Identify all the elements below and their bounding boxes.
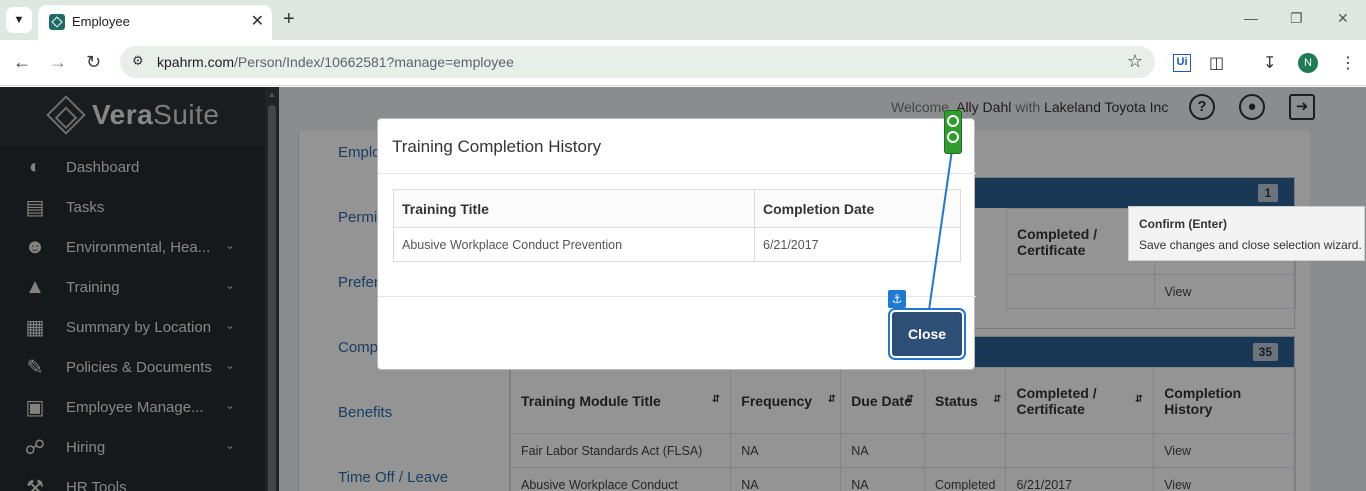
tooltip-body: Save changes and close selection wizard. [1139, 238, 1362, 252]
forward-icon[interactable]: → [49, 52, 67, 73]
extensions-puzzle-icon[interactable]: ◫ [1209, 53, 1224, 73]
table-row: Abusive Workplace Conduct Prevention 6/2… [393, 227, 961, 262]
url-text: kpahrm.com/Person/Index/10662581?manage=… [157, 54, 514, 70]
training-history-modal: Training Completion History Training Tit… [377, 118, 976, 370]
browser-tab-employee[interactable]: Employee ✕ [38, 5, 272, 40]
confirm-tooltip: Confirm (Enter) Save changes and close s… [1128, 206, 1365, 261]
anchor-icon[interactable]: ⚓ [888, 290, 906, 308]
uipath-extension-icon[interactable]: Ui [1173, 54, 1191, 72]
tab-search-button[interactable]: ▼ [6, 7, 32, 33]
tab-title: Employee [72, 14, 130, 29]
browser-tabstrip: ▼ Employee ✕ + — ❐ ✕ [0, 0, 1366, 40]
bookmark-star-icon[interactable]: ☆ [1127, 51, 1143, 72]
verasuite-favicon-icon [49, 14, 65, 30]
modal-title: Training Completion History [392, 137, 602, 156]
minimize-icon[interactable]: — [1244, 10, 1258, 26]
divider [378, 173, 976, 174]
tooltip-title: Confirm (Enter) [1139, 217, 1227, 231]
tab-close-icon[interactable]: ✕ [251, 11, 264, 31]
column-header-completion-date: Completion Date [754, 189, 961, 228]
close-button[interactable]: Close [888, 308, 966, 360]
browser-toolbar: ← → ↻ ⚙ kpahrm.com/Person/Index/10662581… [0, 40, 1366, 86]
column-header-training-title: Training Title [393, 189, 755, 228]
training-title-cell: Abusive Workplace Conduct Prevention [393, 227, 755, 262]
downloads-icon[interactable]: ↧ [1263, 53, 1276, 73]
new-tab-button[interactable]: + [283, 8, 295, 31]
window-close-icon[interactable]: ✕ [1337, 10, 1349, 27]
address-bar[interactable]: ⚙ kpahrm.com/Person/Index/10662581?manag… [120, 46, 1155, 78]
training-history-table: Training Title Completion Date Abusive W… [393, 189, 961, 262]
reload-icon[interactable]: ↻ [86, 52, 101, 73]
back-icon[interactable]: ← [13, 52, 31, 73]
completion-date-link[interactable]: 6/21/2017 [754, 227, 961, 262]
profile-avatar[interactable]: N [1298, 53, 1318, 73]
divider [378, 296, 976, 297]
browser-menu-icon[interactable]: ⋮ [1340, 53, 1356, 73]
target-selector-icon[interactable] [944, 110, 962, 154]
restore-icon[interactable]: ❐ [1290, 10, 1303, 27]
site-info-icon[interactable]: ⚙ [132, 53, 144, 69]
